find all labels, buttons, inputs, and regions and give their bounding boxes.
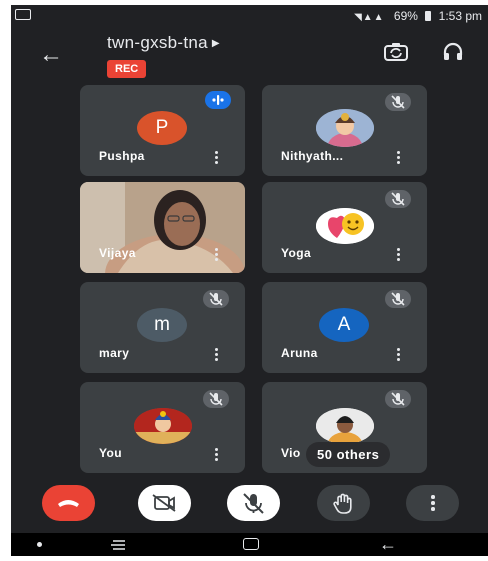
headphones-icon	[443, 42, 463, 60]
participant-name: Pushpa	[99, 149, 145, 163]
participant-name: Nithyath...	[281, 149, 344, 163]
call-controls	[11, 485, 488, 525]
dot-icon	[37, 542, 42, 547]
meet-screen: ◥▲▲ 69% 1:53 pm ← twn-gxsb-tna ▶ REC P P…	[11, 5, 488, 556]
home-button[interactable]	[243, 538, 259, 550]
recording-badge: REC	[107, 60, 147, 78]
more-vert-icon[interactable]	[215, 348, 219, 361]
participant-name: Vijaya	[99, 246, 136, 260]
more-vert-icon[interactable]	[397, 348, 401, 361]
avatar	[316, 208, 374, 244]
avatar	[316, 408, 374, 444]
phone-hangup-icon	[58, 500, 79, 507]
participant-name: Aruna	[281, 346, 318, 360]
mic-off-icon	[243, 493, 264, 514]
signal-icon: ◥▲▲	[354, 12, 385, 23]
mic-off-icon	[203, 390, 229, 408]
status-bar: ◥▲▲ 69% 1:53 pm	[11, 5, 488, 27]
participant-tile[interactable]: Yoga	[262, 182, 427, 273]
recent-apps-icon	[111, 540, 125, 550]
participant-name: You	[99, 446, 122, 460]
more-vert-icon[interactable]	[215, 248, 219, 261]
mic-off-icon	[385, 390, 411, 408]
more-options-button[interactable]	[406, 485, 459, 521]
participant-tile-others[interactable]: Vio 50 others	[262, 382, 427, 473]
more-vert-icon[interactable]	[397, 248, 401, 261]
participant-tile[interactable]: Vijaya	[80, 182, 245, 273]
back-button[interactable]: ←	[39, 43, 63, 67]
notification-icon	[15, 9, 31, 20]
participant-name: mary	[99, 346, 130, 360]
mic-off-icon	[385, 290, 411, 308]
arrow-left-icon: ←	[39, 41, 63, 68]
participant-tile[interactable]: P Pushpa	[80, 85, 245, 176]
avatar: m	[137, 308, 187, 342]
participant-tile[interactable]: Nithyath...	[262, 85, 427, 176]
raise-hand-button[interactable]	[317, 485, 370, 521]
others-label: 50 others	[317, 447, 380, 462]
system-back-button[interactable]: ←	[379, 534, 397, 554]
participant-tile[interactable]: m mary	[80, 282, 245, 373]
participant-name: Yoga	[281, 246, 312, 260]
audio-level-icon	[212, 95, 224, 105]
meeting-code: twn-gxsb-tna	[107, 33, 208, 52]
avatar	[316, 109, 374, 147]
mic-off-icon	[385, 93, 411, 111]
end-call-button[interactable]	[42, 485, 95, 521]
participant-name: Vio	[281, 446, 301, 460]
battery-icon	[425, 11, 432, 21]
status-right: ◥▲▲ 69% 1:53 pm	[354, 9, 482, 23]
hand-icon	[333, 493, 352, 514]
more-vert-icon[interactable]	[215, 151, 219, 164]
recents-button[interactable]	[109, 538, 129, 556]
system-nav-bar: ←	[11, 533, 488, 556]
meeting-title[interactable]: twn-gxsb-tna ▶	[107, 33, 220, 53]
mic-toggle-button[interactable]	[227, 485, 280, 521]
speaking-indicator	[205, 91, 231, 109]
video-off-icon	[152, 494, 176, 512]
clock: 1:53 pm	[438, 9, 482, 23]
more-vert-icon[interactable]	[397, 151, 401, 164]
battery-percent: 69%	[393, 9, 418, 23]
caret-right-icon: ▶	[211, 38, 220, 49]
others-chip[interactable]: 50 others	[306, 442, 391, 467]
participant-tile-self[interactable]: You	[80, 382, 245, 473]
avatar: A	[319, 308, 369, 342]
camera-switch-icon	[384, 43, 408, 61]
mic-off-icon	[203, 290, 229, 308]
audio-output-button[interactable]	[442, 41, 464, 68]
mic-off-icon	[385, 190, 411, 208]
arrow-left-icon: ←	[379, 534, 397, 554]
camera-toggle-button[interactable]	[138, 485, 191, 521]
more-vert-icon[interactable]	[215, 448, 219, 461]
switch-camera-button[interactable]	[383, 41, 409, 68]
avatar	[134, 408, 192, 444]
more-vert-icon	[431, 495, 435, 511]
avatar: P	[137, 111, 187, 145]
meeting-header: ← twn-gxsb-tna ▶ REC	[11, 27, 488, 85]
participant-tile[interactable]: A Aruna	[262, 282, 427, 373]
